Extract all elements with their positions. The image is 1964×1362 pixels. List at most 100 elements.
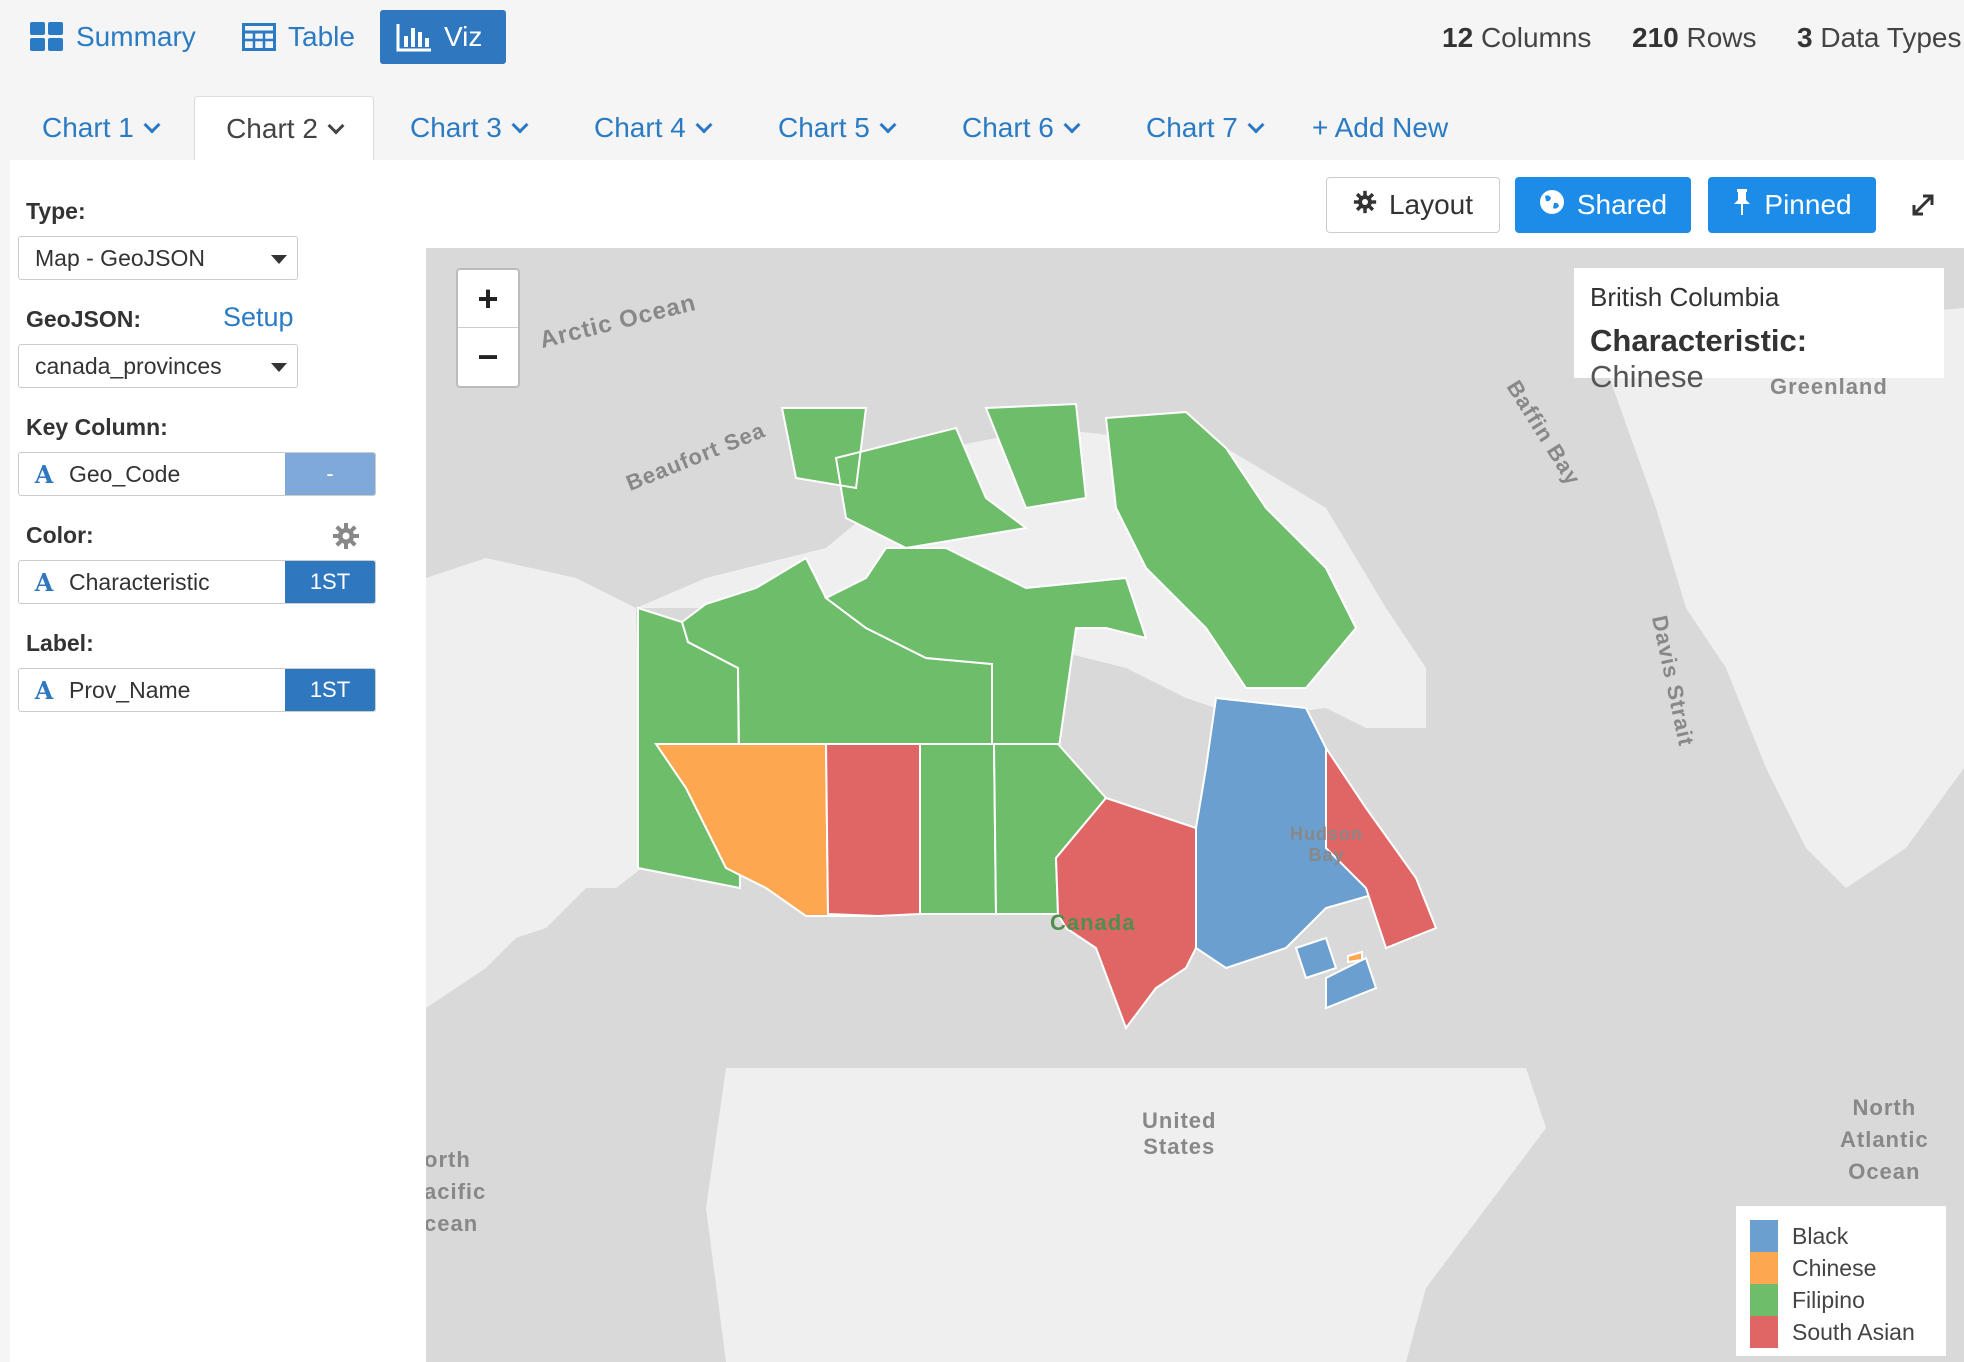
viz-view-button[interactable]: Viz — [380, 10, 506, 64]
layout-button[interactable]: Layout — [1326, 177, 1500, 233]
bar-chart-icon — [396, 22, 432, 52]
chevron-down-icon — [1063, 116, 1081, 134]
zoom-in-button[interactable]: + — [458, 270, 518, 328]
tab-label: Chart 7 — [1146, 112, 1238, 143]
gear-icon[interactable] — [332, 522, 360, 555]
top-bar: Summary Table Viz 12 Columns 210 Rows 3 … — [0, 0, 1964, 80]
tab-label: Chart 3 — [410, 112, 502, 143]
geojson-select[interactable]: canada_provinces — [18, 344, 298, 388]
types-count: 3 — [1797, 22, 1813, 53]
hudson-bay-label: Hudson Bay — [1290, 824, 1363, 866]
types-label: Data Types — [1820, 22, 1962, 53]
chart-type-value: Map - GeoJSON — [35, 244, 205, 271]
tab-chart-5[interactable]: Chart 5 — [778, 96, 897, 160]
type-label: Type: — [26, 198, 86, 224]
caret-down-icon — [271, 363, 287, 372]
hudson-label: Hudson — [1290, 824, 1363, 844]
legend-label: South Asian — [1792, 1318, 1915, 1345]
label-field-name: Prov_Name — [69, 676, 191, 703]
tab-chart-6[interactable]: Chart 6 — [962, 96, 1081, 160]
color-field[interactable]: A Characteristic 1ST — [18, 560, 376, 604]
pinned-button[interactable]: Pinned — [1708, 177, 1876, 233]
map-view[interactable]: Arctic Ocean Beaufort Sea Baffin Bay Gre… — [426, 248, 1964, 1362]
region-prince-edward-island — [1347, 950, 1363, 964]
north-pacific-line-3: cean — [426, 1211, 479, 1236]
expand-icon[interactable] — [1910, 192, 1936, 223]
legend-item[interactable]: Chinese — [1750, 1252, 1932, 1284]
gear-icon — [1353, 189, 1377, 221]
tab-chart-3[interactable]: Chart 3 — [410, 96, 529, 160]
shared-button[interactable]: Shared — [1515, 177, 1691, 233]
zoom-control: + − — [456, 268, 520, 388]
summary-view-button[interactable]: Summary — [14, 10, 212, 64]
legend-swatch — [1750, 1284, 1778, 1316]
text-type-icon: A — [34, 459, 54, 489]
add-new-label: + Add New — [1312, 112, 1449, 143]
text-type-icon: A — [34, 675, 54, 705]
layout-label: Layout — [1388, 189, 1474, 220]
label-label: Label: — [26, 630, 94, 656]
choropleth-layer — [637, 402, 1438, 1031]
globe-icon — [1539, 189, 1565, 222]
north-atlantic-line-3: Ocean — [1848, 1159, 1921, 1184]
united-states-label: United States — [1142, 1108, 1216, 1160]
north-pacific-line-1: orth — [426, 1147, 471, 1172]
columns-count: 12 — [1442, 22, 1474, 53]
legend-item[interactable]: Filipino — [1750, 1284, 1932, 1316]
viz-label: Viz — [444, 21, 483, 52]
tab-label: Chart 5 — [778, 112, 870, 143]
region-alberta — [824, 743, 921, 918]
legend-item[interactable]: Black — [1750, 1220, 1932, 1252]
rows-label: Rows — [1686, 22, 1757, 53]
color-aggregate-button[interactable]: 1ST — [285, 561, 375, 603]
north-pacific-label: orth acific cean — [426, 1144, 486, 1240]
tab-label: Chart 4 — [594, 112, 686, 143]
types-stat: 3 Data Types — [1797, 22, 1961, 54]
key-column-aggregate-button[interactable]: - — [285, 453, 375, 495]
label-field[interactable]: A Prov_Name 1ST — [18, 668, 376, 712]
tab-label: Chart 1 — [42, 112, 134, 143]
table-icon — [242, 23, 276, 51]
tab-chart-7[interactable]: Chart 7 — [1146, 96, 1265, 160]
tab-chart-2[interactable]: Chart 2 — [194, 96, 374, 160]
geojson-value: canada_provinces — [35, 352, 222, 379]
legend-swatch — [1750, 1316, 1778, 1348]
columns-stat: 12 Columns — [1442, 22, 1591, 54]
table-label: Table — [288, 21, 355, 52]
chevron-down-icon — [511, 116, 529, 134]
key-column-field[interactable]: A Geo_Code - — [18, 452, 376, 496]
chart-type-select[interactable]: Map - GeoJSON — [18, 236, 298, 280]
setup-link[interactable]: Setup — [223, 302, 294, 333]
table-view-button[interactable]: Table — [226, 10, 371, 64]
legend-item[interactable]: South Asian — [1750, 1316, 1932, 1348]
legend-swatch — [1750, 1252, 1778, 1284]
color-label: Color: — [26, 522, 94, 548]
chevron-down-icon — [143, 116, 161, 134]
tooltip-key: Characteristic: — [1590, 323, 1808, 358]
north-pacific-line-2: acific — [426, 1179, 487, 1204]
zoom-out-button[interactable]: − — [458, 328, 518, 386]
color-field-name: Characteristic — [69, 568, 210, 595]
rows-stat: 210 Rows — [1632, 22, 1757, 54]
grid-icon — [30, 22, 64, 52]
region-saskatchewan — [919, 743, 998, 915]
tooltip-value: Chinese — [1590, 359, 1704, 394]
label-aggregate-button[interactable]: 1ST — [285, 669, 375, 711]
chevron-down-icon — [327, 117, 345, 134]
map-tooltip: British Columbia Characteristic: Chinese — [1574, 268, 1944, 394]
tab-chart-1[interactable]: Chart 1 — [42, 96, 161, 160]
chevron-down-icon — [879, 116, 897, 134]
chart-panel: Type: Map - GeoJSON GeoJSON: Setup canad… — [10, 160, 1964, 1362]
chevron-down-icon — [695, 116, 713, 134]
key-column-name: Geo_Code — [69, 460, 181, 487]
key-column-label: Key Column: — [26, 414, 168, 440]
canada-label: Canada — [1050, 910, 1136, 935]
legend-label: Chinese — [1792, 1254, 1877, 1281]
north-atlantic-label: North Atlantic Ocean — [1840, 1092, 1929, 1188]
pinned-label: Pinned — [1764, 189, 1852, 220]
columns-label: Columns — [1480, 22, 1592, 53]
add-new-tab-button[interactable]: + Add New — [1312, 96, 1448, 160]
map-legend: Black Chinese Filipino South Asian — [1736, 1206, 1946, 1356]
legend-label: Black — [1792, 1222, 1849, 1249]
tab-chart-4[interactable]: Chart 4 — [594, 96, 713, 160]
